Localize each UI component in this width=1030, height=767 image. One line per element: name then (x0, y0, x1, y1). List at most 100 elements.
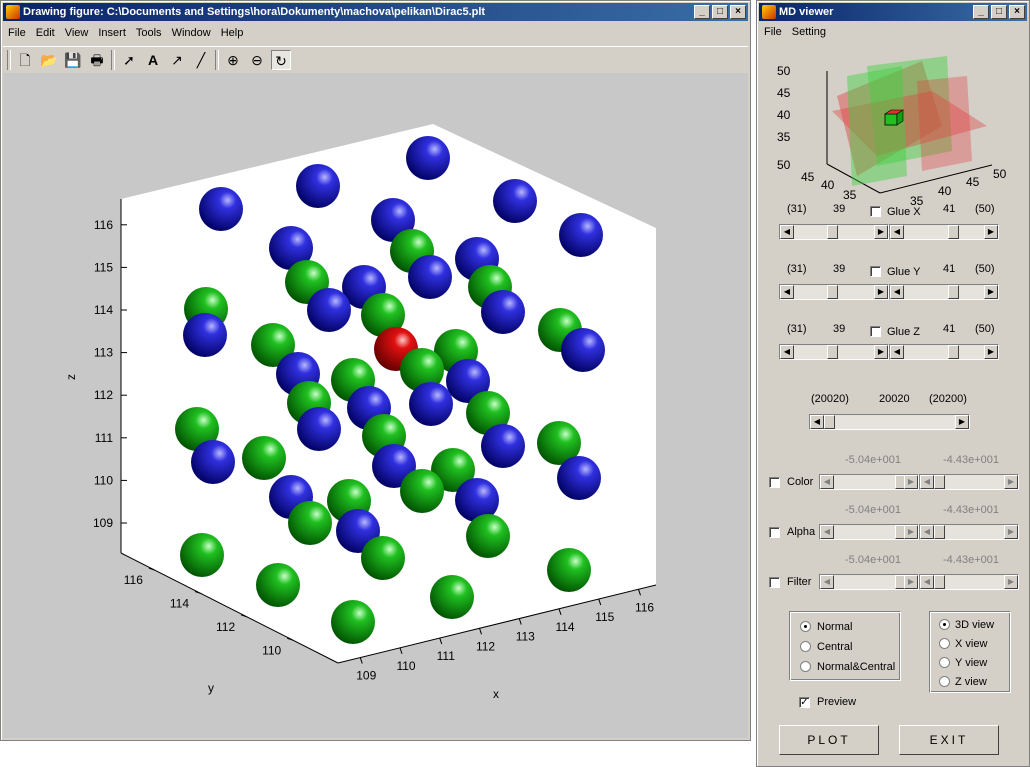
preview-y-tick: 50 (777, 158, 791, 172)
left-arrow-icon[interactable]: ◀ (820, 525, 834, 539)
slider-thumb[interactable] (948, 345, 959, 359)
menu-help[interactable]: Help (216, 24, 249, 42)
right-arrow-icon[interactable]: ▶ (904, 575, 918, 589)
mode-central-radio[interactable] (800, 641, 811, 652)
glue-y-checkbox[interactable] (870, 266, 881, 277)
slider-thumb[interactable] (934, 575, 945, 589)
left-arrow-icon[interactable]: ◀ (820, 475, 834, 489)
z-right-slider[interactable]: ◀ ▶ (889, 344, 999, 360)
right-arrow-icon[interactable]: ▶ (874, 225, 888, 239)
frame-slider[interactable]: ◀ ▶ (809, 414, 970, 430)
preview-checkbox[interactable]: ✓ (799, 697, 810, 708)
left-arrow-icon[interactable]: ◀ (890, 285, 904, 299)
color-checkbox[interactable] (769, 477, 780, 488)
right-arrow-icon[interactable]: ▶ (904, 475, 918, 489)
line-icon[interactable]: ╱ (191, 50, 211, 70)
menu-view[interactable]: View (60, 24, 94, 42)
print-icon[interactable]: 🖶 (87, 50, 107, 70)
slider-thumb[interactable] (827, 285, 838, 299)
filter-left-slider[interactable]: ◀ ▶ (819, 574, 919, 590)
menu-file[interactable]: File (3, 24, 31, 42)
x-tick-label: 110 (396, 659, 415, 673)
view-x-radio[interactable] (939, 638, 950, 649)
left-arrow-icon[interactable]: ◀ (890, 345, 904, 359)
figure-canvas[interactable]: 109 110 111 112 113 114 115 116 110 112 114 116 10… (3, 73, 748, 738)
text-icon[interactable]: A (143, 50, 163, 70)
left-arrow-icon[interactable]: ◀ (920, 525, 934, 539)
right-arrow-icon[interactable]: ▶ (1004, 575, 1018, 589)
slider-thumb[interactable] (824, 415, 835, 429)
color-left-slider[interactable]: ◀ ▶ (819, 474, 919, 490)
x-right-slider[interactable]: ◀ ▶ (889, 224, 999, 240)
plot-button[interactable]: PLOT (779, 725, 879, 755)
left-arrow-icon[interactable]: ◀ (920, 575, 934, 589)
right-arrow-icon[interactable]: ▶ (955, 415, 969, 429)
menu-insert[interactable]: Insert (93, 24, 131, 42)
menu-window[interactable]: Window (167, 24, 216, 42)
slider-thumb[interactable] (827, 345, 838, 359)
figure-titlebar[interactable]: Drawing figure: C:\Documents and Setting… (3, 3, 748, 21)
minimize-button[interactable]: _ (973, 5, 989, 19)
arrow-icon[interactable]: ↗ (167, 50, 187, 70)
alpha-right-slider[interactable]: ◀ ▶ (919, 524, 1019, 540)
y-right-slider[interactable]: ◀ ▶ (889, 284, 999, 300)
view-z-radio[interactable] (939, 676, 950, 687)
right-arrow-icon[interactable]: ▶ (874, 345, 888, 359)
y-axis-label: y (208, 681, 214, 695)
exit-button[interactable]: EXIT (899, 725, 999, 755)
filter-right-slider[interactable]: ◀ ▶ (919, 574, 1019, 590)
close-button[interactable]: × (1009, 5, 1025, 19)
left-arrow-icon[interactable]: ◀ (810, 415, 824, 429)
left-arrow-icon[interactable]: ◀ (780, 345, 794, 359)
slider-thumb[interactable] (948, 225, 959, 239)
alpha-left-slider[interactable]: ◀ ▶ (819, 524, 919, 540)
y-left-slider[interactable]: ◀ ▶ (779, 284, 889, 300)
alpha-checkbox[interactable] (769, 527, 780, 538)
mode-normal-central-radio[interactable] (800, 661, 811, 672)
maximize-button[interactable]: □ (991, 5, 1007, 19)
right-arrow-icon[interactable]: ▶ (1004, 475, 1018, 489)
mode-normal-radio[interactable] (800, 621, 811, 632)
close-button[interactable]: × (730, 5, 746, 19)
right-arrow-icon[interactable]: ▶ (984, 345, 998, 359)
right-arrow-icon[interactable]: ▶ (984, 225, 998, 239)
left-arrow-icon[interactable]: ◀ (820, 575, 834, 589)
view-3d-radio[interactable] (939, 619, 950, 630)
menu-file[interactable]: File (759, 23, 787, 41)
left-arrow-icon[interactable]: ◀ (890, 225, 904, 239)
maximize-button[interactable]: □ (712, 5, 728, 19)
menu-setting[interactable]: Setting (787, 23, 831, 41)
right-arrow-icon[interactable]: ▶ (984, 285, 998, 299)
x-left-slider[interactable]: ◀ ▶ (779, 224, 889, 240)
slider-thumb[interactable] (934, 475, 945, 489)
view-y-radio[interactable] (939, 657, 950, 668)
preview-x-tick: 35 (910, 194, 924, 206)
zoom-out-icon[interactable]: ⊖ (247, 50, 267, 70)
left-arrow-icon[interactable]: ◀ (920, 475, 934, 489)
z-axis-label: z (64, 374, 78, 380)
right-arrow-icon[interactable]: ▶ (904, 525, 918, 539)
zoom-in-icon[interactable]: ⊕ (223, 50, 243, 70)
filter-checkbox[interactable] (769, 577, 780, 588)
save-icon[interactable]: 💾 (63, 50, 83, 70)
green-atom (430, 575, 474, 619)
menu-tools[interactable]: Tools (131, 24, 167, 42)
right-arrow-icon[interactable]: ▶ (874, 285, 888, 299)
glue-z-checkbox[interactable] (870, 326, 881, 337)
right-arrow-icon[interactable]: ▶ (1004, 525, 1018, 539)
open-folder-icon[interactable]: 📂 (39, 50, 59, 70)
minimize-button[interactable]: _ (694, 5, 710, 19)
select-arrow-icon[interactable]: ➚ (119, 50, 139, 70)
menu-edit[interactable]: Edit (31, 24, 60, 42)
color-right-slider[interactable]: ◀ ▶ (919, 474, 1019, 490)
new-file-icon[interactable]: 🗋 (15, 50, 35, 70)
slider-thumb[interactable] (934, 525, 945, 539)
slider-thumb[interactable] (827, 225, 838, 239)
viewer-titlebar[interactable]: MD viewer _ □ × (759, 3, 1027, 21)
left-arrow-icon[interactable]: ◀ (780, 285, 794, 299)
rotate-3d-icon[interactable]: ↻ (271, 50, 291, 70)
glue-x-checkbox[interactable] (870, 206, 881, 217)
slider-thumb[interactable] (948, 285, 959, 299)
left-arrow-icon[interactable]: ◀ (780, 225, 794, 239)
z-left-slider[interactable]: ◀ ▶ (779, 344, 889, 360)
